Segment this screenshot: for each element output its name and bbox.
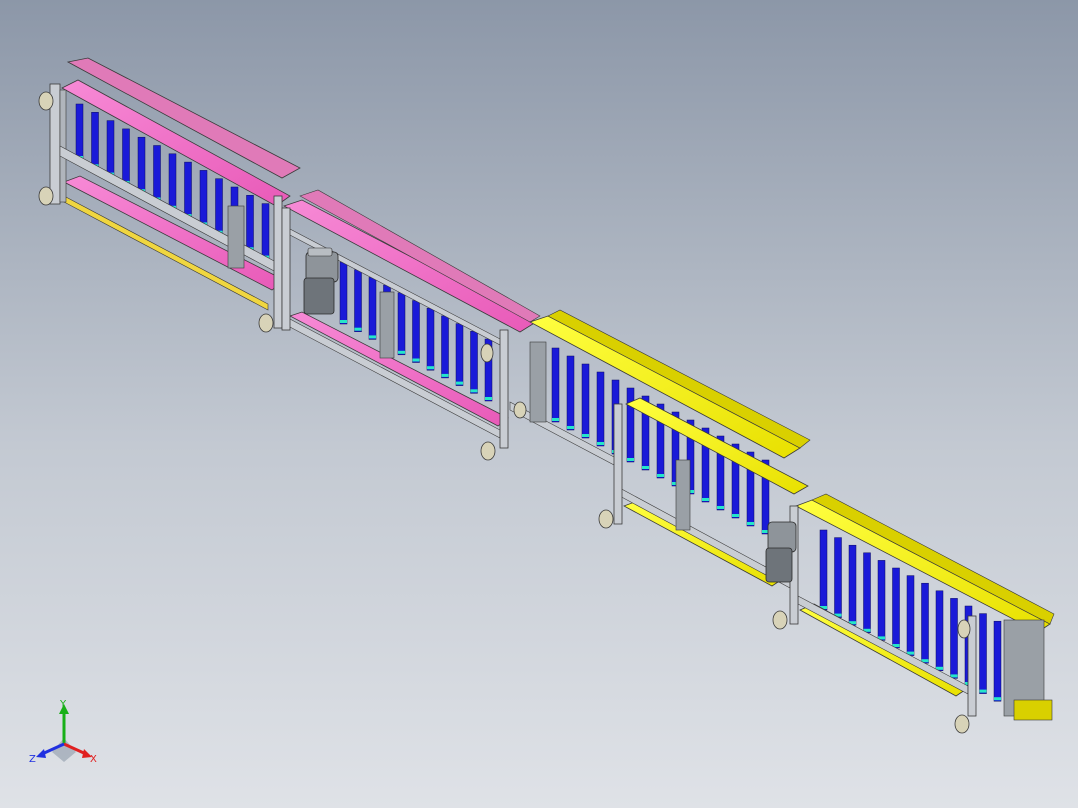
roller xyxy=(397,292,406,356)
roller xyxy=(935,590,944,672)
roller xyxy=(168,153,177,211)
leveling-foot xyxy=(480,343,494,363)
roller xyxy=(906,575,915,656)
roller-end-cap xyxy=(427,366,434,370)
roller-end-cap xyxy=(950,674,958,678)
roller xyxy=(246,195,254,252)
leveling-foot xyxy=(38,91,54,111)
roller xyxy=(122,128,130,186)
roller-end-cap xyxy=(552,418,559,421)
roller xyxy=(261,203,270,260)
roller xyxy=(819,529,828,611)
roller-end-cap xyxy=(597,442,604,445)
gear-motor xyxy=(765,521,797,583)
roller-end-cap xyxy=(627,458,634,461)
roller xyxy=(184,161,192,219)
pink-section-1[interactable] xyxy=(38,57,301,333)
roller xyxy=(137,136,146,194)
roller xyxy=(412,300,420,363)
cad-viewport[interactable]: Y X Z xyxy=(0,0,1078,808)
leveling-foot xyxy=(598,509,614,529)
leveling-foot xyxy=(38,186,54,206)
roller-end-cap xyxy=(470,389,478,393)
yellow-section-2[interactable] xyxy=(765,493,1055,734)
roller-end-cap xyxy=(582,434,589,437)
coordinate-triad: Y X Z xyxy=(29,699,97,765)
roller-end-cap xyxy=(456,381,463,385)
roller-end-cap xyxy=(354,327,362,331)
roller xyxy=(470,331,478,394)
gear-motor xyxy=(303,247,339,315)
roller xyxy=(426,307,435,371)
leveling-foot xyxy=(480,441,496,461)
roller xyxy=(455,323,464,386)
roller xyxy=(75,103,84,161)
roller xyxy=(91,112,99,169)
roller xyxy=(199,170,208,227)
roller xyxy=(626,387,635,463)
roller xyxy=(848,544,857,626)
roller xyxy=(566,355,575,431)
roller-end-cap xyxy=(412,358,420,362)
roller-end-cap xyxy=(642,466,649,469)
leveling-foot xyxy=(258,313,274,333)
pink-section-2[interactable] xyxy=(281,189,541,461)
leveling-foot xyxy=(954,714,970,734)
roller xyxy=(153,145,161,202)
roller-end-cap xyxy=(369,335,376,339)
roller xyxy=(863,552,871,634)
roller-end-cap xyxy=(657,474,664,477)
yellow-section-1[interactable] xyxy=(509,309,811,589)
roller xyxy=(834,537,842,618)
leveling-foot xyxy=(772,610,788,630)
conveyor-assembly-model[interactable]: Y X Z xyxy=(0,0,1078,808)
roller xyxy=(993,620,1002,702)
roller-end-cap xyxy=(441,373,449,377)
x-axis-label: X xyxy=(90,754,97,765)
roller xyxy=(877,560,886,641)
roller xyxy=(979,613,987,694)
roller xyxy=(441,315,449,379)
y-axis-label: Y xyxy=(59,699,67,710)
roller xyxy=(892,567,900,649)
roller-end-cap xyxy=(994,697,1001,701)
roller-end-cap xyxy=(732,514,739,517)
roller xyxy=(581,363,590,439)
roller-end-cap xyxy=(747,522,754,525)
leveling-foot xyxy=(957,619,971,639)
roller-end-cap xyxy=(702,498,709,501)
roller xyxy=(354,269,362,332)
roller xyxy=(921,582,929,664)
roller-end-cap xyxy=(485,397,492,400)
roller-end-cap xyxy=(567,426,574,429)
roller-end-cap xyxy=(717,506,724,509)
roller xyxy=(551,347,560,423)
roller xyxy=(596,371,605,447)
roller xyxy=(106,120,115,177)
z-axis-label: Z xyxy=(29,754,36,765)
leveling-foot xyxy=(513,401,527,419)
roller xyxy=(215,178,223,235)
roller xyxy=(950,598,958,679)
roller-end-cap xyxy=(979,689,987,693)
roller-end-cap xyxy=(398,350,405,354)
roller-end-cap xyxy=(340,320,347,323)
roller xyxy=(339,261,348,325)
roller xyxy=(368,277,377,340)
